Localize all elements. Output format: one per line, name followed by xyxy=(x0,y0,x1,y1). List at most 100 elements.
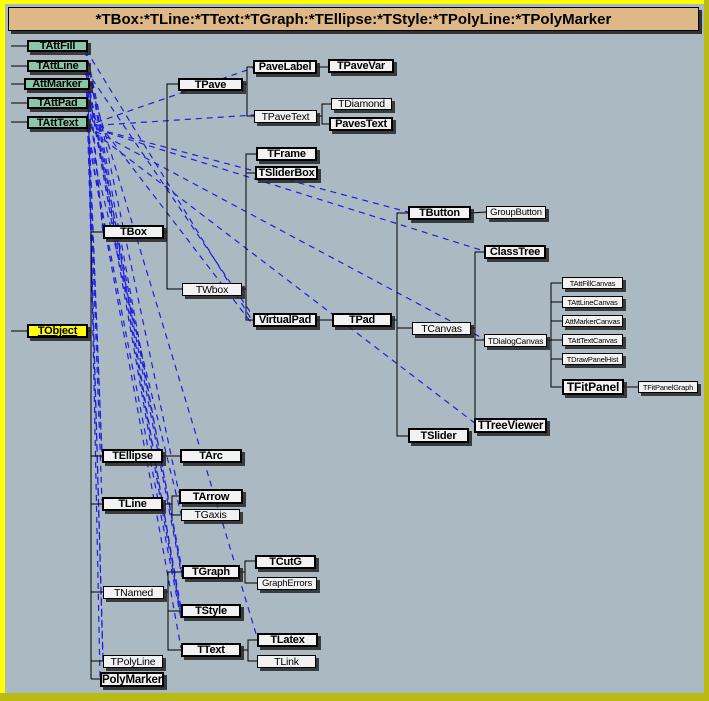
class-box-label: TEllipse xyxy=(112,450,153,462)
class-box-tarrow[interactable]: TArrow xyxy=(179,489,243,504)
class-box-tattlinecanvas[interactable]: TAttLineCanvas xyxy=(562,296,623,308)
class-box-label: TDrawPanelHist xyxy=(567,355,618,364)
class-box-grapherrors[interactable]: GraphErrors xyxy=(257,577,317,590)
class-box-tpavevar[interactable]: TPaveVar xyxy=(328,59,394,73)
class-box-tpolyline[interactable]: TPolyLine xyxy=(103,655,163,668)
class-box-attmarkercanvas[interactable]: AttMarkerCanvas xyxy=(562,315,623,327)
class-box-tcutg[interactable]: TCutG xyxy=(255,555,316,569)
class-box-tattpad[interactable]: TAttPad xyxy=(27,97,88,109)
class-box-label: TSlider xyxy=(421,430,457,442)
class-box-label: TPaveVar xyxy=(337,60,385,72)
class-box-tobject[interactable]: TObject xyxy=(27,324,88,338)
class-box-tfitpanelgraph[interactable]: TFitPanelGraph xyxy=(638,381,698,393)
class-box-tsliderbox[interactable]: TSliderBox xyxy=(255,166,318,180)
class-box-label: TAttLineCanvas xyxy=(567,298,617,307)
class-box-label: TStyle xyxy=(195,605,227,617)
class-box-label: TObject xyxy=(38,325,77,337)
class-box-label: TNamed xyxy=(114,587,153,599)
class-box-label: TFitPanel xyxy=(567,380,619,394)
title-banner: *TBox:*TLine:*TText:*TGraph:*TEllipse:*T… xyxy=(8,7,699,31)
inheritance-edge xyxy=(248,640,257,661)
class-box-tdiamond[interactable]: TDiamond xyxy=(331,98,392,110)
class-box-label: TWbox xyxy=(196,284,228,296)
class-box-tslider[interactable]: TSlider xyxy=(408,428,469,443)
class-box-pavelabel[interactable]: PaveLabel xyxy=(253,60,317,74)
class-box-label: TAttLine xyxy=(36,60,78,72)
class-box-label: TText xyxy=(197,644,225,656)
class-box-tattfill[interactable]: TAttFill xyxy=(27,40,88,52)
class-box-pavestext[interactable]: PavesText xyxy=(329,117,393,131)
class-box-label: AttMarker xyxy=(32,78,82,90)
class-box-tatttext[interactable]: TAttText xyxy=(27,116,88,129)
multiple-inheritance-edge xyxy=(86,126,408,212)
class-box-tdrawpanelhist[interactable]: TDrawPanelHist xyxy=(562,353,623,365)
inheritance-edge xyxy=(551,283,562,387)
class-box-tellipse[interactable]: TEllipse xyxy=(102,449,163,463)
class-box-label: TBox xyxy=(120,226,147,238)
class-box-tbox[interactable]: TBox xyxy=(103,225,164,239)
class-box-label: TCanvas xyxy=(421,323,462,335)
class-box-tgraph[interactable]: TGraph xyxy=(182,565,240,579)
canvas-frame-bottom xyxy=(0,693,709,701)
class-box-tbutton[interactable]: TButton xyxy=(408,206,471,220)
class-box-label: ClassTree xyxy=(490,246,540,258)
canvas-frame-left xyxy=(0,0,5,701)
inheritance-edge xyxy=(471,212,486,213)
class-box-tlink[interactable]: TLink xyxy=(257,655,316,668)
inheritance-edge xyxy=(397,213,408,436)
class-box-tattline[interactable]: TAttLine xyxy=(27,60,88,72)
class-box-tlatex[interactable]: TLatex xyxy=(257,633,318,647)
class-box-groupbutton[interactable]: GroupButton xyxy=(486,206,546,219)
class-box-classtree[interactable]: ClassTree xyxy=(484,245,546,259)
class-box-label: TFitPanelGraph xyxy=(643,383,693,392)
class-box-label: TAttFill xyxy=(40,40,75,52)
class-box-label: TPad xyxy=(349,314,375,326)
class-box-label: PolyMarker xyxy=(102,674,162,686)
canvas-frame-top xyxy=(0,0,709,4)
class-box-tatttextcanvas[interactable]: TAttTextCanvas xyxy=(562,334,623,346)
class-box-tcanvas[interactable]: TCanvas xyxy=(412,322,471,335)
class-box-label: TLine xyxy=(118,498,146,510)
class-box-label: VirtualPad xyxy=(259,314,311,326)
multiple-inheritance-edge xyxy=(86,68,253,126)
class-box-tgaxis[interactable]: TGaxis xyxy=(181,509,240,521)
class-box-tarc[interactable]: TArc xyxy=(180,449,242,463)
class-box-tpad[interactable]: TPad xyxy=(332,313,392,327)
class-box-label: TSliderBox xyxy=(258,167,314,179)
class-box-label: TLatex xyxy=(270,634,304,646)
inheritance-edge xyxy=(247,67,254,116)
class-box-label: TGaxis xyxy=(194,509,226,521)
class-box-tdialogcanvas[interactable]: TDialogCanvas xyxy=(484,334,547,347)
class-box-tnamed[interactable]: TNamed xyxy=(103,586,164,599)
canvas-frame-right xyxy=(704,0,709,701)
class-box-tline[interactable]: TLine xyxy=(102,497,163,511)
class-box-label: TArrow xyxy=(193,491,229,503)
class-box-tattmarker[interactable]: AttMarker xyxy=(24,78,90,90)
class-box-label: TButton xyxy=(419,207,460,219)
class-box-polymarker[interactable]: PolyMarker xyxy=(100,672,164,687)
class-box-tstyle[interactable]: TStyle xyxy=(181,604,241,618)
class-box-label: TCutG xyxy=(269,556,302,568)
class-box-twbox[interactable]: TWbox xyxy=(182,283,242,296)
class-box-label: TPolyLine xyxy=(111,656,156,668)
class-box-label: TPave xyxy=(195,79,226,91)
class-box-tfitpanel[interactable]: TFitPanel xyxy=(562,379,624,395)
class-box-ttreeviewer[interactable]: TTreeViewer xyxy=(474,418,547,433)
class-box-label: TLink xyxy=(274,656,299,668)
class-box-label: TFrame xyxy=(267,148,306,160)
class-box-label: GraphErrors xyxy=(262,578,312,589)
class-box-tpavetext[interactable]: TPaveText xyxy=(254,110,317,123)
class-box-label: TAttTextCanvas xyxy=(568,336,618,345)
class-box-ttext[interactable]: TText xyxy=(181,643,241,657)
class-box-virtualpad[interactable]: VirtualPad xyxy=(253,313,317,327)
root-canvas: TAttFill TAttLine AttMarker TAttPad TAttText… xyxy=(0,0,709,701)
class-box-label: TAttPad xyxy=(38,97,78,109)
class-box-tpave[interactable]: TPave xyxy=(178,78,243,91)
title-banner-text: *TBox:*TLine:*TText:*TGraph:*TEllipse:*T… xyxy=(96,11,612,28)
class-box-label: TArc xyxy=(199,450,222,462)
class-box-tframe[interactable]: TFrame xyxy=(256,147,317,161)
class-box-label: AttMarkerCanvas xyxy=(565,317,620,326)
class-box-label: GroupButton xyxy=(490,207,542,218)
class-box-tattfillcanvas[interactable]: TAttFillCanvas xyxy=(562,277,623,289)
class-box-label: TDialogCanvas xyxy=(488,336,544,346)
